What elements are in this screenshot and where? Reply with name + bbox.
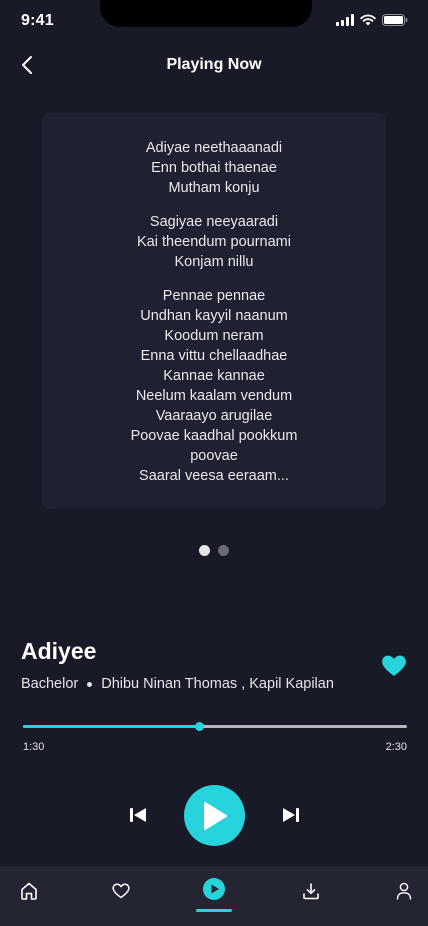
lyric-line: Saaral veesa eeraam... xyxy=(139,468,289,484)
lyric-line: Mutham konju xyxy=(168,180,260,196)
lyrics-stanza: Sagiyae neeyaaradi Kai theendum pournami K… xyxy=(42,212,386,272)
status-icons xyxy=(336,14,408,26)
lyric-line: Kannae kannae xyxy=(163,368,265,384)
play-icon xyxy=(203,801,227,830)
lyric-line: poovae xyxy=(190,448,238,464)
lyrics-card[interactable]: Adiyae neethaaanadi Enn bothai thaenae Mut… xyxy=(42,113,386,509)
page-title: Playing Now xyxy=(166,56,262,73)
total-time: 2:30 xyxy=(385,741,407,753)
skip-previous-icon xyxy=(130,808,146,822)
playback-controls xyxy=(0,785,428,846)
profile-icon xyxy=(396,882,412,900)
artist-names[interactable]: Dhibu Ninan Thomas , Kapil Kapilan xyxy=(101,676,334,692)
home-icon xyxy=(21,882,37,900)
current-time: 1:30 xyxy=(23,741,45,753)
wifi-icon xyxy=(360,14,376,26)
lyric-line: Konjam nillu xyxy=(174,254,254,270)
song-meta: Bachelor Dhibu Ninan Thomas , Kapil Kapi… xyxy=(21,676,334,692)
nav-now-playing[interactable] xyxy=(203,878,225,900)
signal-icon xyxy=(336,14,354,26)
nav-downloads[interactable] xyxy=(299,879,323,903)
next-button[interactable] xyxy=(281,805,301,825)
page-indicator xyxy=(0,545,428,556)
lyric-line: Adiyae neethaaanadi xyxy=(145,140,283,156)
album-name[interactable]: Bachelor xyxy=(21,676,78,692)
song-title: Adiyee xyxy=(21,638,97,664)
progress-knob[interactable] xyxy=(195,722,205,731)
like-button[interactable] xyxy=(381,654,407,678)
status-bar: 9:41 xyxy=(0,0,428,44)
bottom-nav xyxy=(0,866,428,926)
nav-home[interactable] xyxy=(17,879,41,903)
skip-next-icon xyxy=(283,808,299,822)
lyric-line: Kai theendum pournami xyxy=(137,234,291,250)
battery-icon xyxy=(382,14,408,26)
download-icon xyxy=(303,883,319,900)
lyric-line: Enna vittu chellaadhae xyxy=(140,348,288,364)
lyric-line: Vaaraayo arugilae xyxy=(155,408,273,424)
play-button[interactable] xyxy=(184,785,245,846)
separator-dot xyxy=(87,681,93,687)
heart-icon xyxy=(112,883,130,899)
status-time: 9:41 xyxy=(21,12,54,29)
device-notch xyxy=(100,0,312,27)
nav-favorites[interactable] xyxy=(109,879,133,903)
heart-filled-icon xyxy=(382,655,406,676)
lyric-line: Poovae kaadhal pookkum xyxy=(130,428,298,444)
active-tab-indicator xyxy=(196,909,232,912)
nav-profile[interactable] xyxy=(392,879,416,903)
lyric-line: Undhan kayyil naanum xyxy=(140,308,288,324)
lyric-line: Enn bothai thaenae xyxy=(151,160,277,176)
lyric-line: Neelum kaalam vendum xyxy=(135,388,293,404)
previous-button[interactable] xyxy=(128,805,148,825)
lyric-line: Sagiyae neeyaaradi xyxy=(149,214,279,230)
progress-bar[interactable] xyxy=(23,722,407,731)
play-circle-icon xyxy=(203,878,225,900)
page-dot[interactable] xyxy=(218,545,229,556)
lyric-line: Pennae pennae xyxy=(162,288,266,304)
page-dot-active[interactable] xyxy=(199,545,210,556)
lyrics-stanza: Pennae pennae Undhan kayyil naanum Koodum … xyxy=(42,286,386,486)
lyrics-stanza: Adiyae neethaaanadi Enn bothai thaenae Mut… xyxy=(42,138,386,198)
lyric-line: Koodum neram xyxy=(164,328,264,344)
progress-fill xyxy=(23,725,200,728)
header: Playing Now xyxy=(0,44,428,86)
